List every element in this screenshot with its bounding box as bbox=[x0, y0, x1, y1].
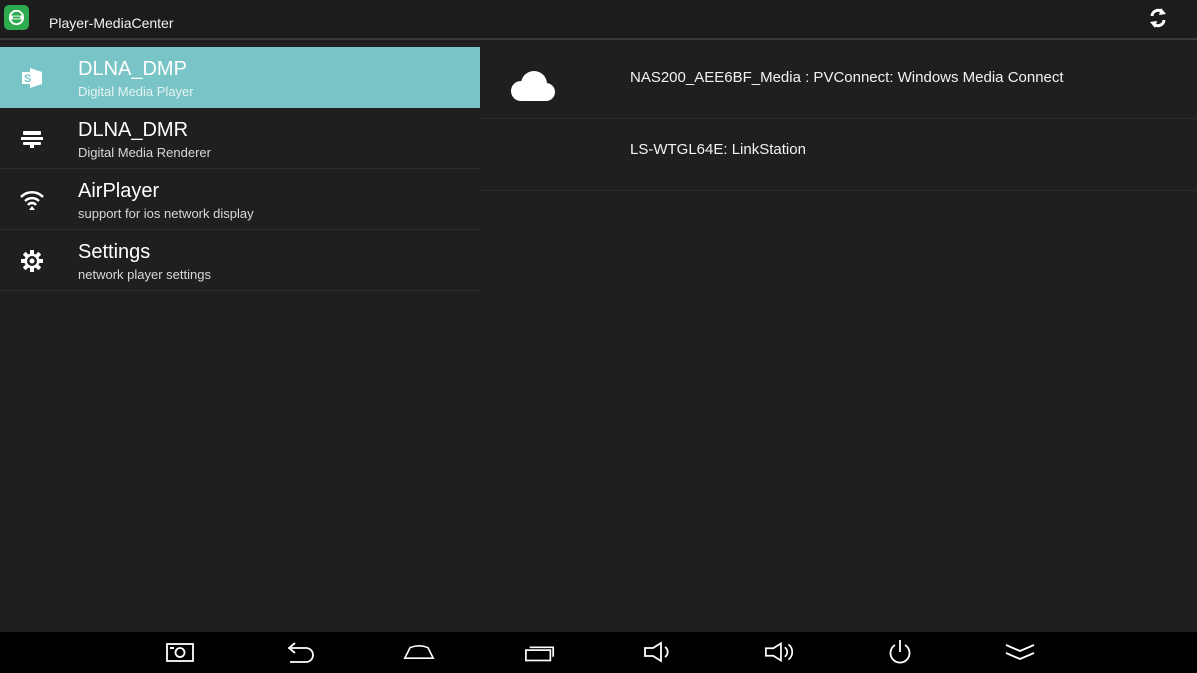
sidebar-item-dlna-dmp[interactable]: S DLNA_DMP Digital Media Player bbox=[0, 47, 480, 108]
sidebar-item-title: Settings bbox=[78, 241, 151, 263]
volume-up-icon[interactable] bbox=[764, 638, 796, 666]
svg-text:S: S bbox=[24, 73, 31, 85]
sync-icon[interactable] bbox=[1147, 7, 1169, 29]
sidebar: S DLNA_DMP Digital Media Player DLNA_DMR… bbox=[0, 47, 480, 291]
cloud-icon bbox=[507, 69, 559, 105]
system-navigation-bar bbox=[0, 632, 1197, 673]
device-list: NAS200_AEE6BF_Media : PVConnect: Windows… bbox=[480, 47, 1197, 191]
dlna-dmp-icon: S bbox=[19, 65, 45, 91]
sidebar-item-subtitle: Digital Media Player bbox=[78, 84, 194, 99]
sidebar-item-title: AirPlayer bbox=[78, 180, 160, 202]
sidebar-item-airplayer[interactable]: AirPlayer support for ios network displa… bbox=[0, 169, 480, 230]
device-name: NAS200_AEE6BF_Media : PVConnect: Windows… bbox=[630, 69, 1064, 86]
volume-down-icon[interactable] bbox=[643, 638, 675, 666]
app-logo-icon bbox=[4, 5, 29, 30]
gear-icon bbox=[19, 248, 45, 274]
back-icon[interactable] bbox=[284, 638, 316, 666]
title-bar: Player-MediaCenter bbox=[0, 0, 1197, 40]
dlna-dmr-icon bbox=[19, 126, 45, 152]
power-icon[interactable] bbox=[884, 638, 916, 666]
device-name: LS-WTGL64E: LinkStation bbox=[630, 141, 806, 158]
sidebar-item-subtitle: Digital Media Renderer bbox=[78, 145, 211, 160]
sidebar-item-dlna-dmr[interactable]: DLNA_DMR Digital Media Renderer bbox=[0, 108, 480, 169]
collapse-icon[interactable] bbox=[1004, 638, 1036, 666]
sidebar-item-subtitle: support for ios network display bbox=[78, 206, 254, 221]
sidebar-item-subtitle: network player settings bbox=[78, 267, 211, 282]
device-row[interactable]: NAS200_AEE6BF_Media : PVConnect: Windows… bbox=[480, 47, 1197, 119]
sidebar-item-settings[interactable]: Settings network player settings bbox=[0, 230, 480, 291]
home-icon[interactable] bbox=[403, 638, 435, 666]
sidebar-item-title: DLNA_DMR bbox=[78, 119, 189, 141]
recents-icon[interactable] bbox=[524, 638, 556, 666]
screenshot-icon[interactable] bbox=[164, 638, 196, 666]
device-row[interactable]: LS-WTGL64E: LinkStation bbox=[480, 119, 1197, 191]
app-title: Player-MediaCenter bbox=[49, 15, 174, 31]
wifi-icon bbox=[19, 187, 45, 213]
sidebar-item-title: DLNA_DMP bbox=[78, 58, 187, 80]
